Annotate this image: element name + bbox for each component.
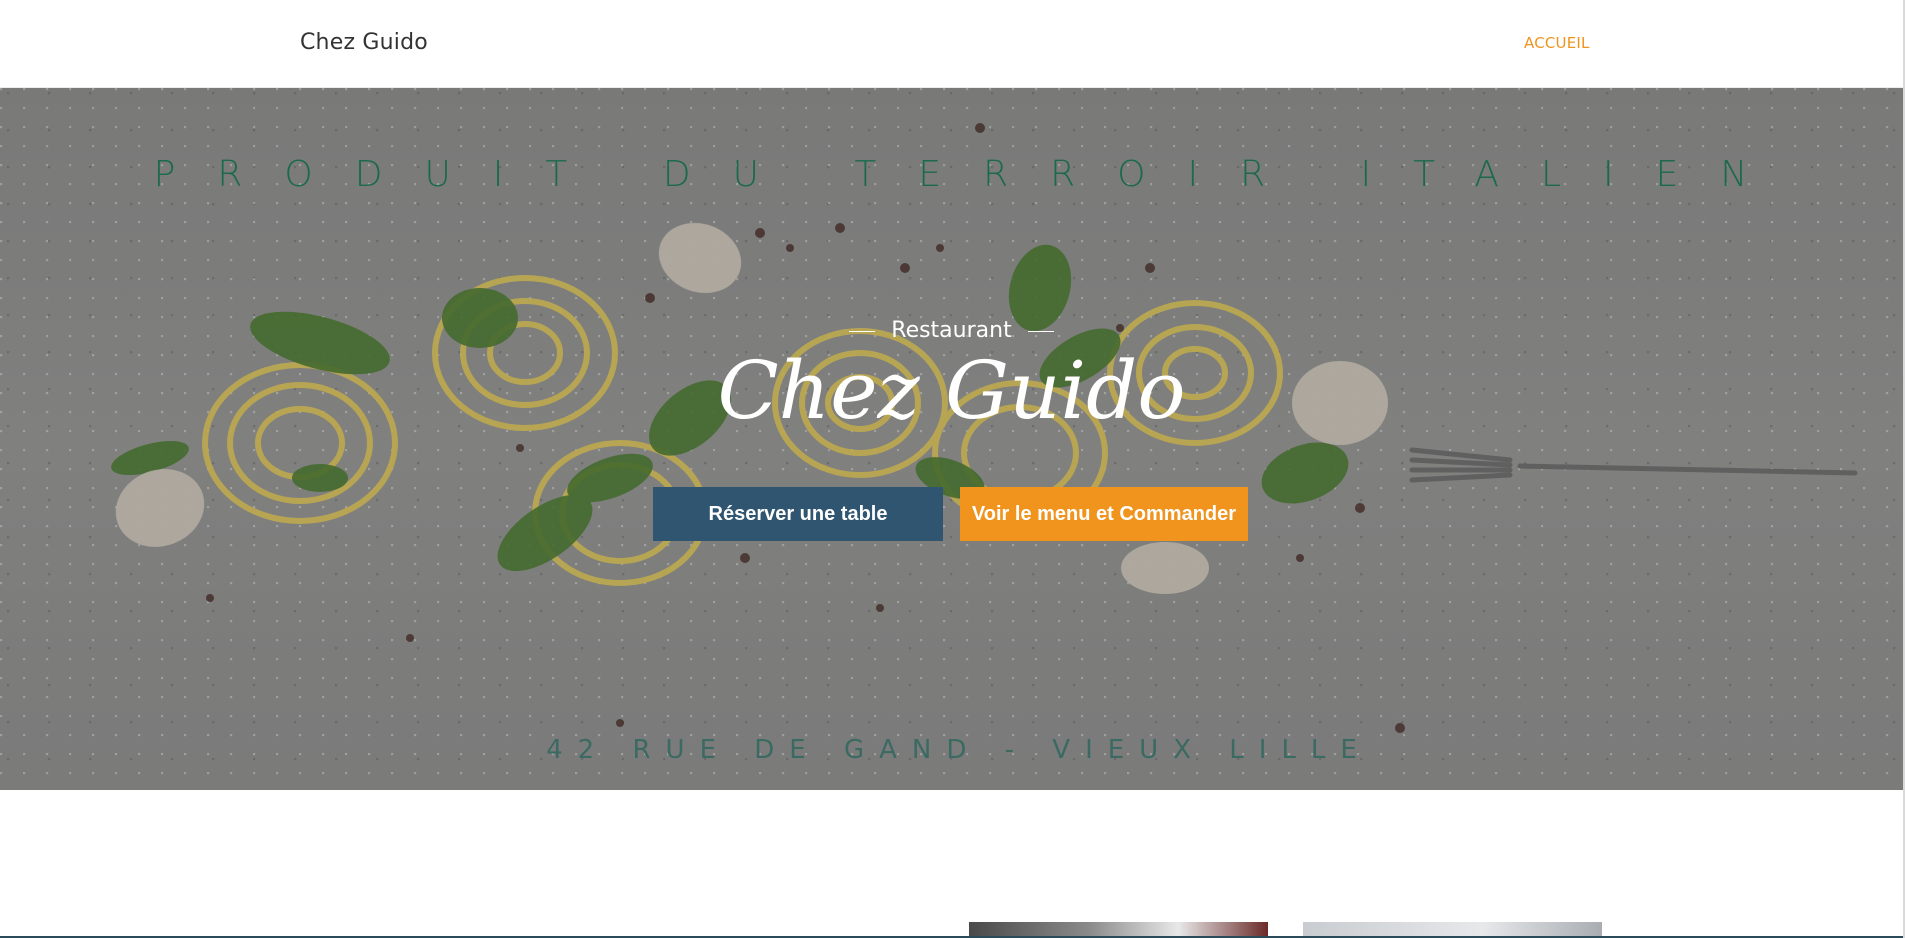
nav-link-accueil[interactable]: ACCUEIL [1524,34,1590,52]
banner-top-text: PRODUIT DU TERROIR ITALIEN [153,154,1790,195]
brand-logo-link[interactable]: Chez Guido [300,30,428,55]
eyebrow-right-line [1027,330,1054,332]
reserve-table-button[interactable]: Réserver une table [653,487,943,541]
eyebrow-left-line [849,330,876,332]
banner-address-text: 42 RUE DE GAND - VIEUX LILLE [546,735,1372,765]
view-menu-order-button[interactable]: Voir le menu et Commander [960,487,1248,541]
hero-title: Chez Guido [717,344,1186,437]
hero-banner: PRODUIT DU TERROIR ITALIEN Restaurant Ch… [0,88,1903,790]
hero-eyebrow-label: Restaurant [891,318,1012,343]
top-navbar: Chez Guido ACCUEIL [0,0,1905,88]
hero-eyebrow: Restaurant [0,318,1903,343]
